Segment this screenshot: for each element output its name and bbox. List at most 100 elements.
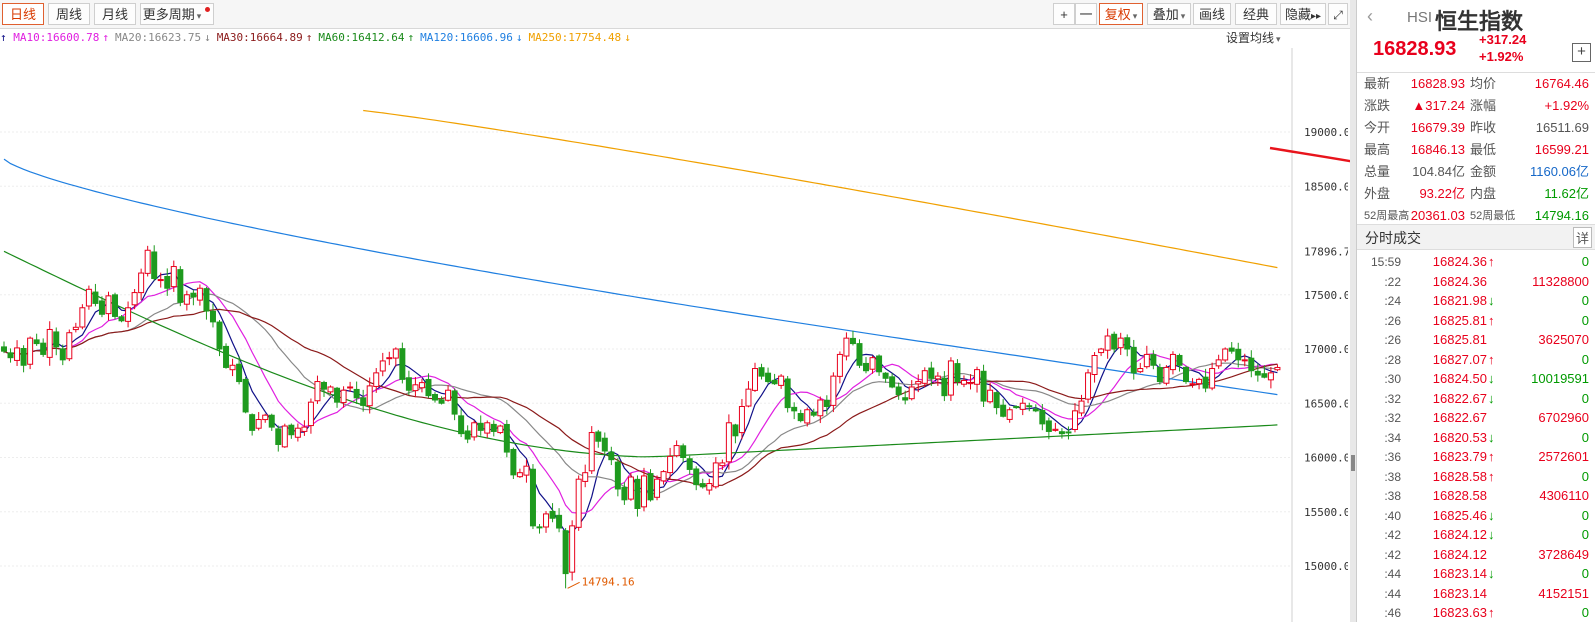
tick-price: 16824.12 [1432, 527, 1487, 542]
tick-time: :28 [1384, 352, 1401, 367]
tick-volume: 10019591 [1531, 371, 1589, 386]
tick-volume: 0 [1581, 429, 1589, 445]
tick-time: :44 [1384, 586, 1401, 601]
tick-time: :26 [1384, 333, 1401, 347]
tick-volume: 3625070 [1538, 332, 1589, 347]
quote-row: 今开 16679.39 昨收 16511.69 [1357, 117, 1595, 139]
arrow-up-icon: ↑ [1488, 605, 1495, 620]
quote-label: 最高 [1364, 142, 1391, 157]
quote-value: 104.84亿 [1412, 164, 1465, 179]
tick-time: :24 [1384, 294, 1401, 308]
quote-row: 总量 104.84亿 金额 1160.06亿 [1357, 161, 1595, 183]
arrow-down-icon: ↓ [1488, 293, 1495, 308]
arrow-up-icon: ↑ [1488, 449, 1495, 464]
splitter-handle[interactable] [1351, 455, 1355, 471]
quote-panel: ‹ HSI 恒生指数 16828.93 +317.24 +1.92% + 最新 1… [1356, 0, 1595, 622]
quote-value: 1160.06亿 [1529, 164, 1589, 179]
arrow-down-icon: ↓ [1488, 566, 1495, 581]
quote-value: +1.92% [1544, 98, 1589, 113]
tick-volume: 0 [1581, 351, 1589, 367]
tick-time: :32 [1384, 411, 1401, 425]
tick-row: :28 16827.07 ↑ 0 [1357, 350, 1595, 370]
tick-price: 16823.63 [1432, 605, 1487, 620]
price-change: +317.24 [1479, 32, 1527, 47]
tick-volume: 0 [1581, 566, 1589, 581]
tick-time: :26 [1384, 313, 1401, 328]
tick-volume: 2572601 [1538, 449, 1589, 464]
tick-price: 16824.12 [1432, 546, 1487, 562]
tick-row: :38 16828.58 ↑ 0 [1357, 467, 1595, 487]
tick-time: :38 [1384, 469, 1401, 484]
tick-time: :44 [1384, 567, 1401, 581]
tick-volume: 4306110 [1539, 488, 1589, 503]
tick-time: :38 [1384, 489, 1401, 503]
price-change-pct: +1.92% [1479, 49, 1524, 64]
tick-price: 16825.81 [1432, 332, 1487, 347]
tick-price: 16824.36 [1432, 273, 1487, 289]
chevron-left-icon[interactable]: ‹ [1367, 6, 1373, 27]
tick-price: 16820.53 [1432, 429, 1487, 445]
quote-label: 总量 [1364, 164, 1391, 179]
tick-row: :32 16822.67 ↓ 0 [1357, 389, 1595, 409]
ticks-header: 分时成交 详 [1357, 225, 1595, 250]
quote-label: 金额 [1470, 164, 1497, 179]
quote-value: 16679.39 [1410, 120, 1465, 135]
plus-box-icon[interactable]: + [1572, 43, 1591, 62]
tick-price: 16828.58 [1432, 468, 1487, 484]
tick-price: 16821.98 [1432, 293, 1487, 308]
tick-volume: 0 [1581, 312, 1589, 328]
tick-time: :32 [1384, 391, 1401, 406]
ticks-detail-button[interactable]: 详 [1573, 227, 1593, 248]
tick-row: :34 16820.53 ↓ 0 [1357, 428, 1595, 448]
tick-price: 16825.81 [1432, 312, 1487, 328]
tick-volume: 0 [1581, 293, 1589, 308]
tick-row: :26 16825.81 ↑ 0 [1357, 311, 1595, 331]
tick-time: 15:59 [1370, 255, 1401, 269]
quote-label: 今开 [1364, 120, 1391, 135]
tick-row: :32 16822.67 6702960 [1357, 408, 1595, 428]
tick-price: 16823.14 [1432, 566, 1487, 581]
tick-price: 16822.67 [1432, 410, 1487, 425]
tick-volume: 11328800 [1532, 273, 1589, 289]
tick-volume: 0 [1581, 507, 1589, 523]
quote-label: 最低 [1470, 142, 1497, 157]
arrow-down-icon: ↓ [1488, 507, 1495, 523]
tick-row: :26 16825.81 3625070 [1357, 330, 1595, 350]
arrow-up-icon: ↑ [1488, 312, 1495, 328]
quote-label: 内盘 [1470, 186, 1497, 201]
quote-row: 外盘 93.22亿 内盘 11.62亿 [1357, 183, 1595, 205]
tick-row: :44 16823.14 4152151 [1357, 584, 1595, 604]
last-price: 16828.93 [1373, 38, 1457, 60]
tick-price: 16823.79 [1432, 449, 1487, 464]
quote-row: 最新 16828.93 均价 16764.46 [1357, 73, 1595, 95]
quote-value: 16599.21 [1534, 142, 1589, 157]
arrow-up-icon: ↑ [1488, 254, 1495, 269]
tick-time: :42 [1384, 528, 1401, 542]
tick-row: 15:59 16824.36 ↑ 0 [1357, 252, 1595, 272]
tick-volume: 3728649 [1538, 546, 1589, 562]
quote-value: ▲317.24 [1412, 98, 1465, 113]
tick-price: 16822.67 [1432, 390, 1487, 406]
tick-row: :22 16824.36 11328800 [1357, 272, 1595, 292]
tick-time: :30 [1384, 372, 1401, 386]
tick-price: 16827.07 [1432, 351, 1487, 367]
quote-value: 11.62亿 [1544, 186, 1589, 201]
tick-price: 16825.46 [1432, 507, 1487, 523]
quote-value: 16511.69 [1535, 120, 1589, 135]
quote-label: 均价 [1470, 76, 1497, 91]
tick-row: :40 16825.46 ↓ 0 [1357, 506, 1595, 526]
tick-row: :30 16824.50 ↓ 10019591 [1357, 369, 1595, 389]
ticks-title: 分时成交 [1365, 230, 1421, 246]
tick-volume: 0 [1581, 254, 1589, 269]
quote-value: 16764.46 [1534, 76, 1589, 91]
tick-volume: 0 [1581, 390, 1589, 406]
tick-row: :38 16828.58 4306110 [1357, 486, 1595, 506]
tick-volume: 6702960 [1538, 410, 1589, 425]
tick-row: :46 16823.63 ↑ 0 [1357, 603, 1595, 623]
tick-price: 16828.58 [1432, 488, 1487, 503]
quote-label: 外盘 [1364, 186, 1391, 201]
tick-volume: 0 [1581, 605, 1589, 620]
tick-time: :36 [1384, 450, 1401, 464]
tick-time: :34 [1384, 430, 1401, 445]
tick-row: :24 16821.98 ↓ 0 [1357, 291, 1595, 311]
